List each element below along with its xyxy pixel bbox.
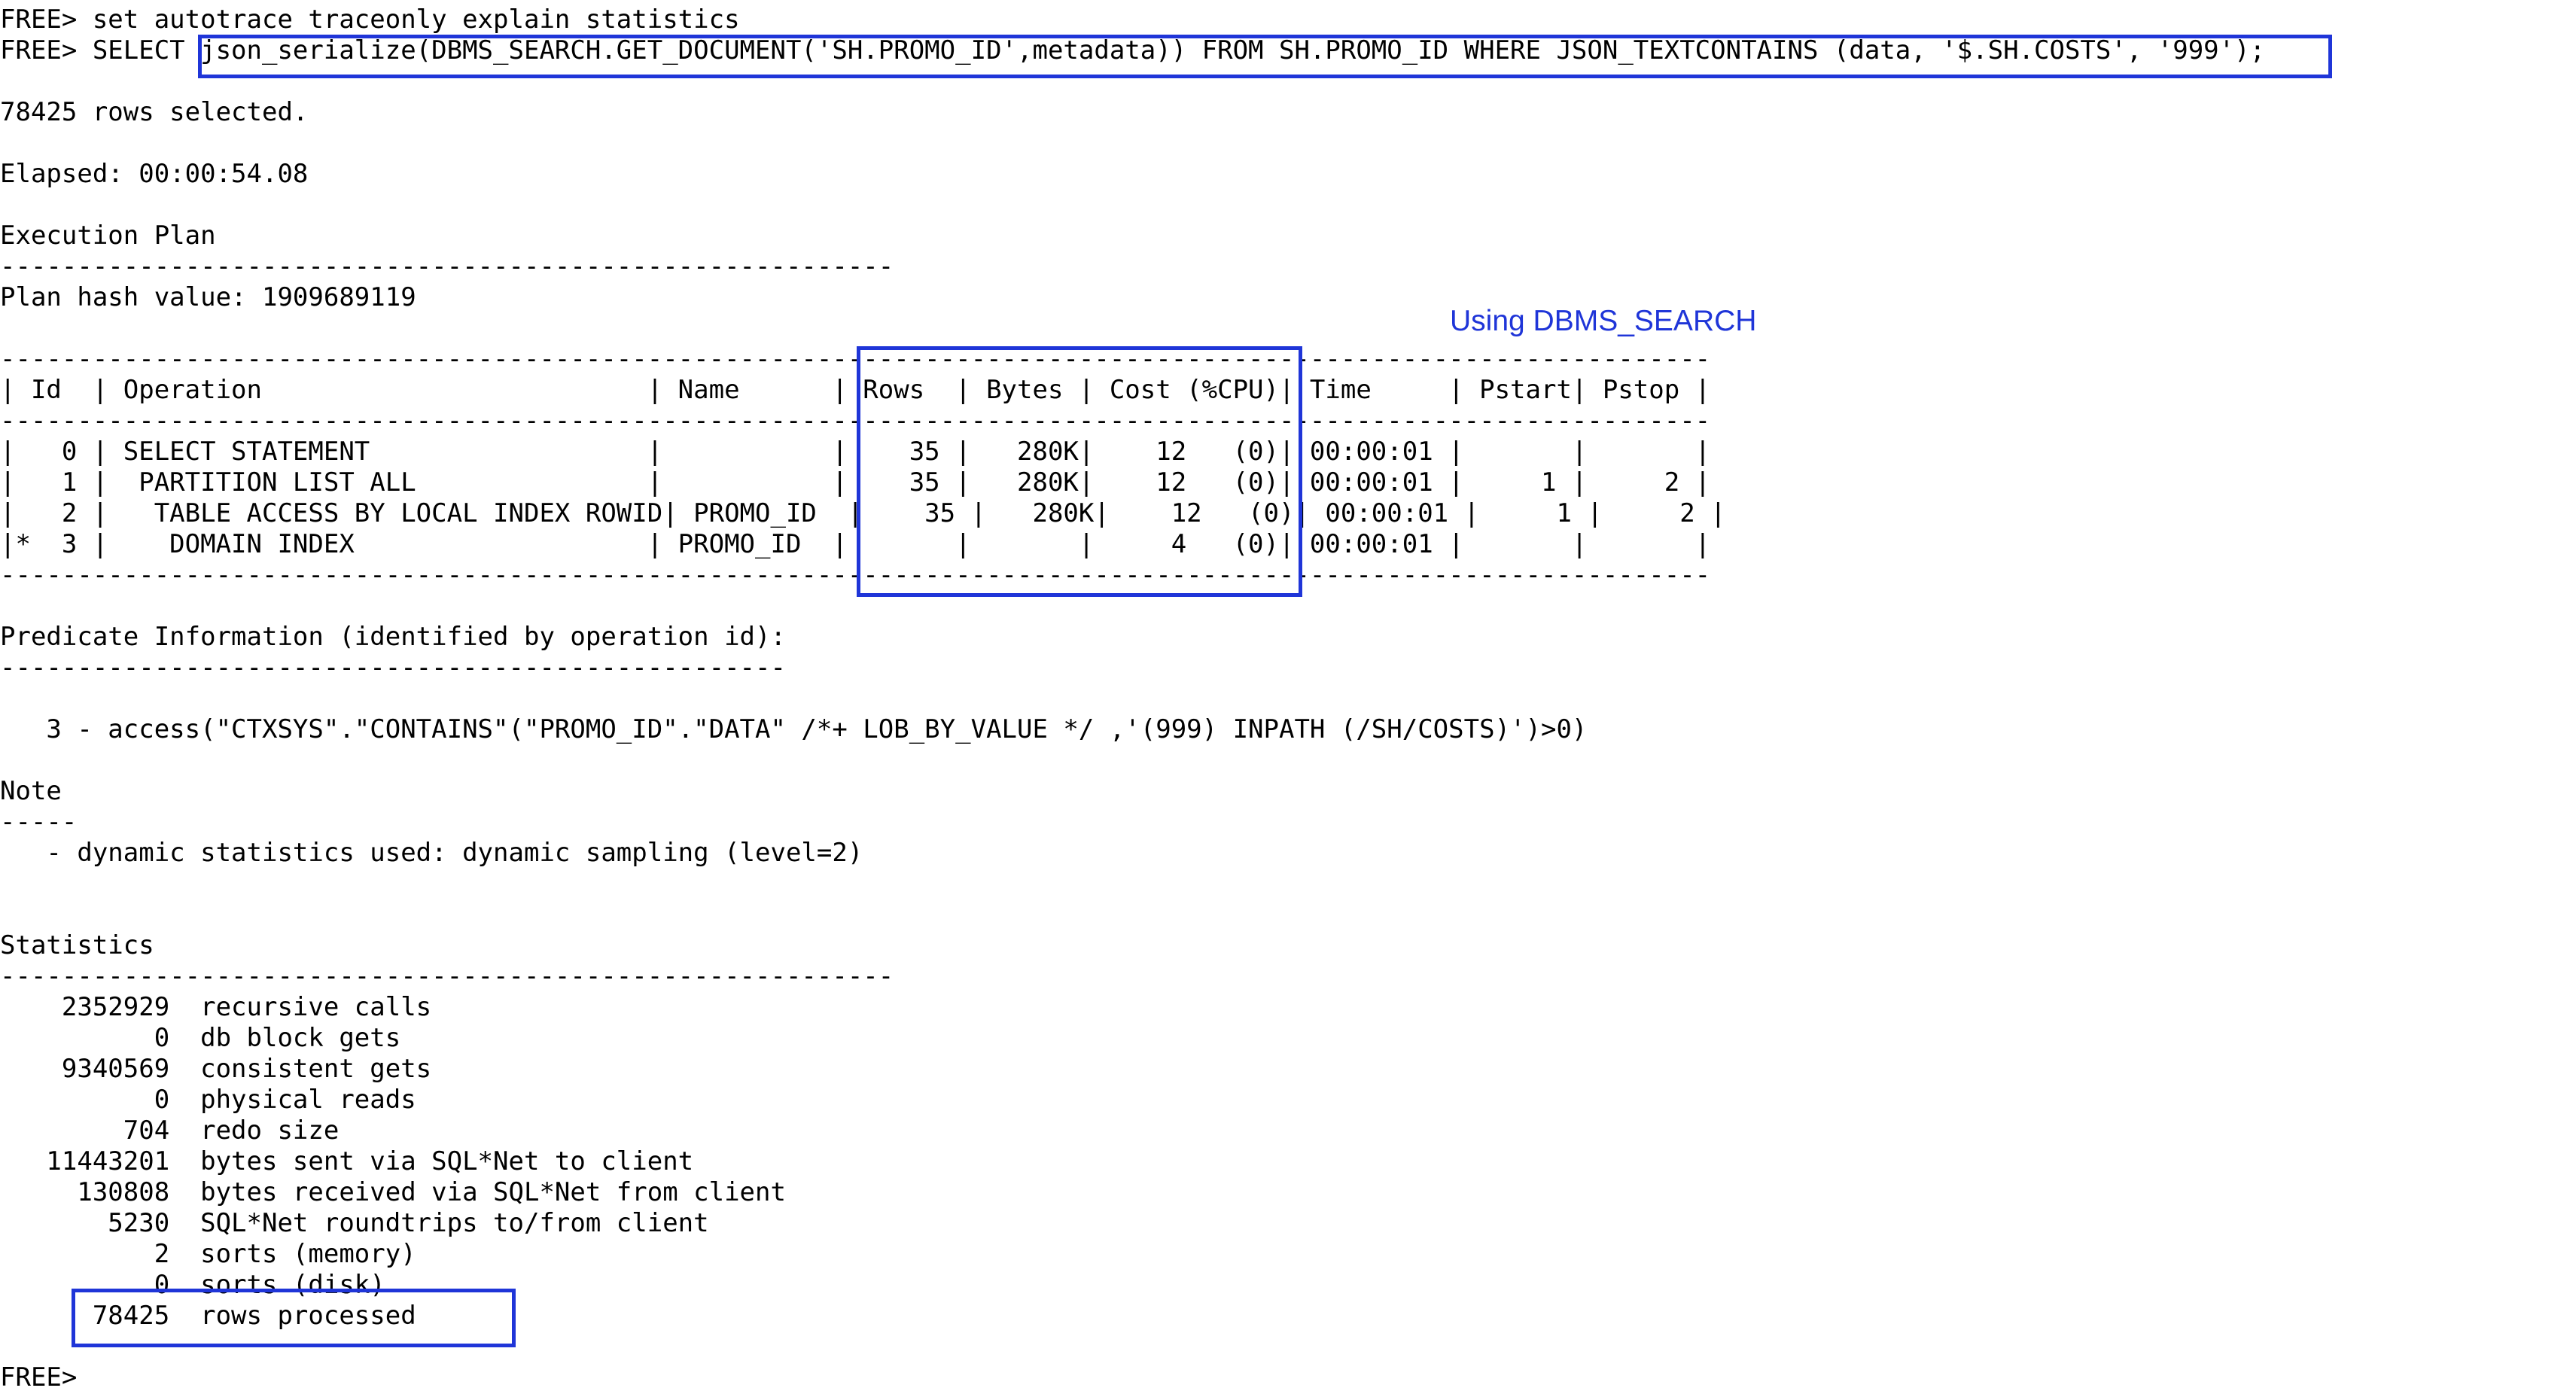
terminal-line: Plan hash value: 1909689119 bbox=[0, 282, 416, 312]
query-highlight-box bbox=[198, 35, 2332, 78]
terminal-line: ----------------------------------------… bbox=[0, 961, 894, 991]
terminal-line: 0 db block gets bbox=[0, 1023, 401, 1053]
terminal-line: 2 sorts (memory) bbox=[0, 1239, 416, 1269]
terminal-prompt[interactable]: FREE> bbox=[0, 1362, 2576, 1393]
terminal-output[interactable]: FREE> set autotrace traceonly explain st… bbox=[0, 5, 2576, 1393]
terminal-line: 5230 SQL*Net roundtrips to/from client bbox=[0, 1208, 709, 1238]
terminal-line: 2352929 recursive calls bbox=[0, 992, 432, 1022]
terminal-line: ----------------------------------------… bbox=[0, 251, 894, 282]
terminal-line: ----------------------------------------… bbox=[0, 653, 786, 683]
terminal-line: 11443201 bytes sent via SQL*Net to clien… bbox=[0, 1146, 694, 1176]
terminal-line: 130808 bytes received via SQL*Net from c… bbox=[0, 1177, 786, 1207]
terminal-line: FREE> set autotrace traceonly explain st… bbox=[0, 5, 740, 35]
plan-columns-highlight-box bbox=[857, 346, 1302, 597]
terminal-line: Predicate Information (identified by ope… bbox=[0, 622, 786, 652]
terminal-line: 3 - access("CTXSYS"."CONTAINS"("PROMO_ID… bbox=[0, 714, 1588, 744]
terminal-line: Note bbox=[0, 776, 62, 806]
terminal-line: ----- bbox=[0, 807, 78, 837]
terminal-line: Statistics bbox=[0, 930, 154, 960]
terminal-line: 78425 rows selected. bbox=[0, 97, 309, 127]
terminal-line: Elapsed: 00:00:54.08 bbox=[0, 159, 309, 189]
terminal-line: 704 redo size bbox=[0, 1115, 340, 1146]
terminal-line: 0 physical reads bbox=[0, 1085, 416, 1115]
terminal-line: 9340569 consistent gets bbox=[0, 1054, 432, 1084]
terminal-line: Execution Plan bbox=[0, 221, 216, 251]
terminal-line: - dynamic statistics used: dynamic sampl… bbox=[0, 838, 863, 868]
using-dbms-search-annotation: Using DBMS_SEARCH bbox=[1450, 305, 1757, 337]
rows-processed-highlight-box bbox=[72, 1289, 516, 1347]
